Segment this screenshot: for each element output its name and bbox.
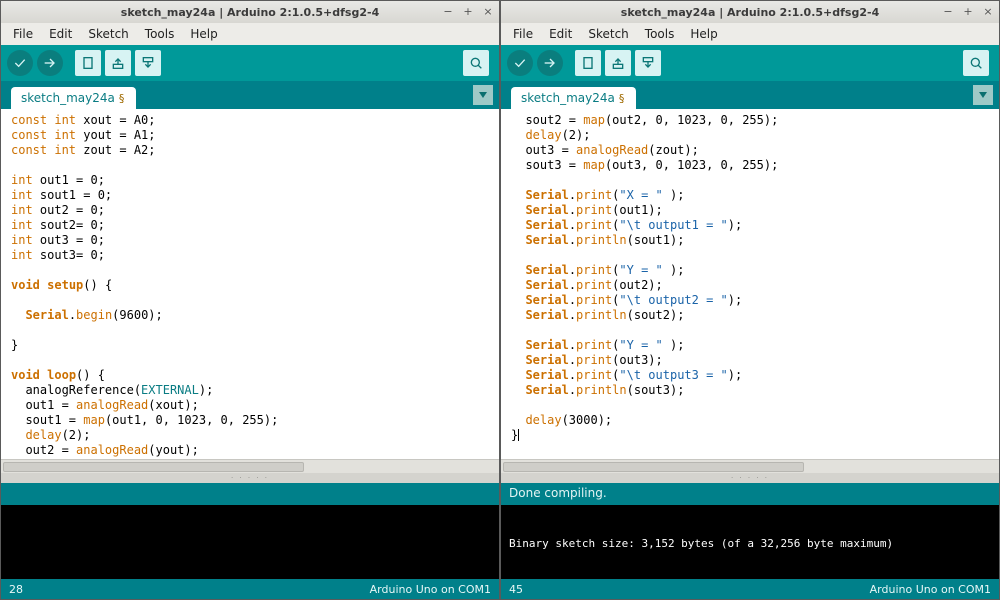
compile-status (1, 483, 499, 505)
menu-sketch[interactable]: Sketch (82, 25, 134, 43)
tab-label: sketch_may24a (521, 91, 615, 105)
dirty-indicator: § (619, 92, 625, 105)
maximize-button[interactable]: + (461, 4, 475, 18)
board-port: Arduino Uno on COM1 (370, 583, 491, 596)
menu-file[interactable]: File (507, 25, 539, 43)
tab-sketch[interactable]: sketch_may24a § (511, 87, 636, 109)
titlebar[interactable]: sketch_may24a | Arduino 2:1.0.5+dfsg2-4 … (501, 1, 999, 23)
splitter-handle[interactable]: · · · · · (1, 473, 499, 483)
menu-help[interactable]: Help (184, 25, 223, 43)
verify-button[interactable] (507, 50, 533, 76)
new-button[interactable] (75, 50, 101, 76)
code-editor[interactable]: const int xout = A0; const int yout = A1… (1, 109, 499, 459)
minimize-button[interactable]: − (941, 4, 955, 18)
menu-file[interactable]: File (7, 25, 39, 43)
tab-sketch[interactable]: sketch_may24a § (11, 87, 136, 109)
horizontal-scrollbar[interactable] (501, 459, 999, 473)
tab-menu-dropdown[interactable] (973, 85, 993, 105)
menu-edit[interactable]: Edit (43, 25, 78, 43)
window-title: sketch_may24a | Arduino 2:1.0.5+dfsg2-4 (621, 6, 879, 19)
code-editor[interactable]: sout2 = map(out2, 0, 1023, 0, 255); dela… (501, 109, 999, 459)
line-number: 28 (9, 583, 23, 596)
toolbar (1, 45, 499, 81)
serial-monitor-button[interactable] (463, 50, 489, 76)
save-button[interactable] (635, 50, 661, 76)
menu-tools[interactable]: Tools (639, 25, 681, 43)
save-button[interactable] (135, 50, 161, 76)
dirty-indicator: § (119, 92, 125, 105)
board-port: Arduino Uno on COM1 (870, 583, 991, 596)
maximize-button[interactable]: + (961, 4, 975, 18)
minimize-button[interactable]: − (441, 4, 455, 18)
upload-button[interactable] (37, 50, 63, 76)
splitter-handle[interactable]: · · · · · (501, 473, 999, 483)
menu-tools[interactable]: Tools (139, 25, 181, 43)
menu-bar: File Edit Sketch Tools Help (1, 23, 499, 45)
code-content[interactable]: sout2 = map(out2, 0, 1023, 0, 255); dela… (501, 109, 999, 447)
line-number: 45 (509, 583, 523, 596)
console-output[interactable] (1, 505, 499, 579)
open-button[interactable] (605, 50, 631, 76)
status-bar: 28 Arduino Uno on COM1 (1, 579, 499, 599)
tab-bar: sketch_may24a § (1, 81, 499, 109)
verify-button[interactable] (7, 50, 33, 76)
titlebar[interactable]: sketch_may24a | Arduino 2:1.0.5+dfsg2-4 … (1, 1, 499, 23)
code-content[interactable]: const int xout = A0; const int yout = A1… (1, 109, 499, 459)
console-output[interactable]: Binary sketch size: 3,152 bytes (of a 32… (501, 505, 999, 579)
compile-status: Done compiling. (501, 483, 999, 505)
horizontal-scrollbar[interactable] (1, 459, 499, 473)
open-button[interactable] (105, 50, 131, 76)
arduino-window-right: sketch_may24a | Arduino 2:1.0.5+dfsg2-4 … (500, 0, 1000, 600)
menu-help[interactable]: Help (684, 25, 723, 43)
window-title: sketch_may24a | Arduino 2:1.0.5+dfsg2-4 (121, 6, 379, 19)
menu-bar: File Edit Sketch Tools Help (501, 23, 999, 45)
toolbar (501, 45, 999, 81)
menu-edit[interactable]: Edit (543, 25, 578, 43)
menu-sketch[interactable]: Sketch (582, 25, 634, 43)
tab-label: sketch_may24a (21, 91, 115, 105)
tab-menu-dropdown[interactable] (473, 85, 493, 105)
serial-monitor-button[interactable] (963, 50, 989, 76)
new-button[interactable] (575, 50, 601, 76)
close-button[interactable]: × (981, 4, 995, 18)
close-button[interactable]: × (481, 4, 495, 18)
arduino-window-left: sketch_may24a | Arduino 2:1.0.5+dfsg2-4 … (0, 0, 500, 600)
upload-button[interactable] (537, 50, 563, 76)
tab-bar: sketch_may24a § (501, 81, 999, 109)
status-bar: 45 Arduino Uno on COM1 (501, 579, 999, 599)
